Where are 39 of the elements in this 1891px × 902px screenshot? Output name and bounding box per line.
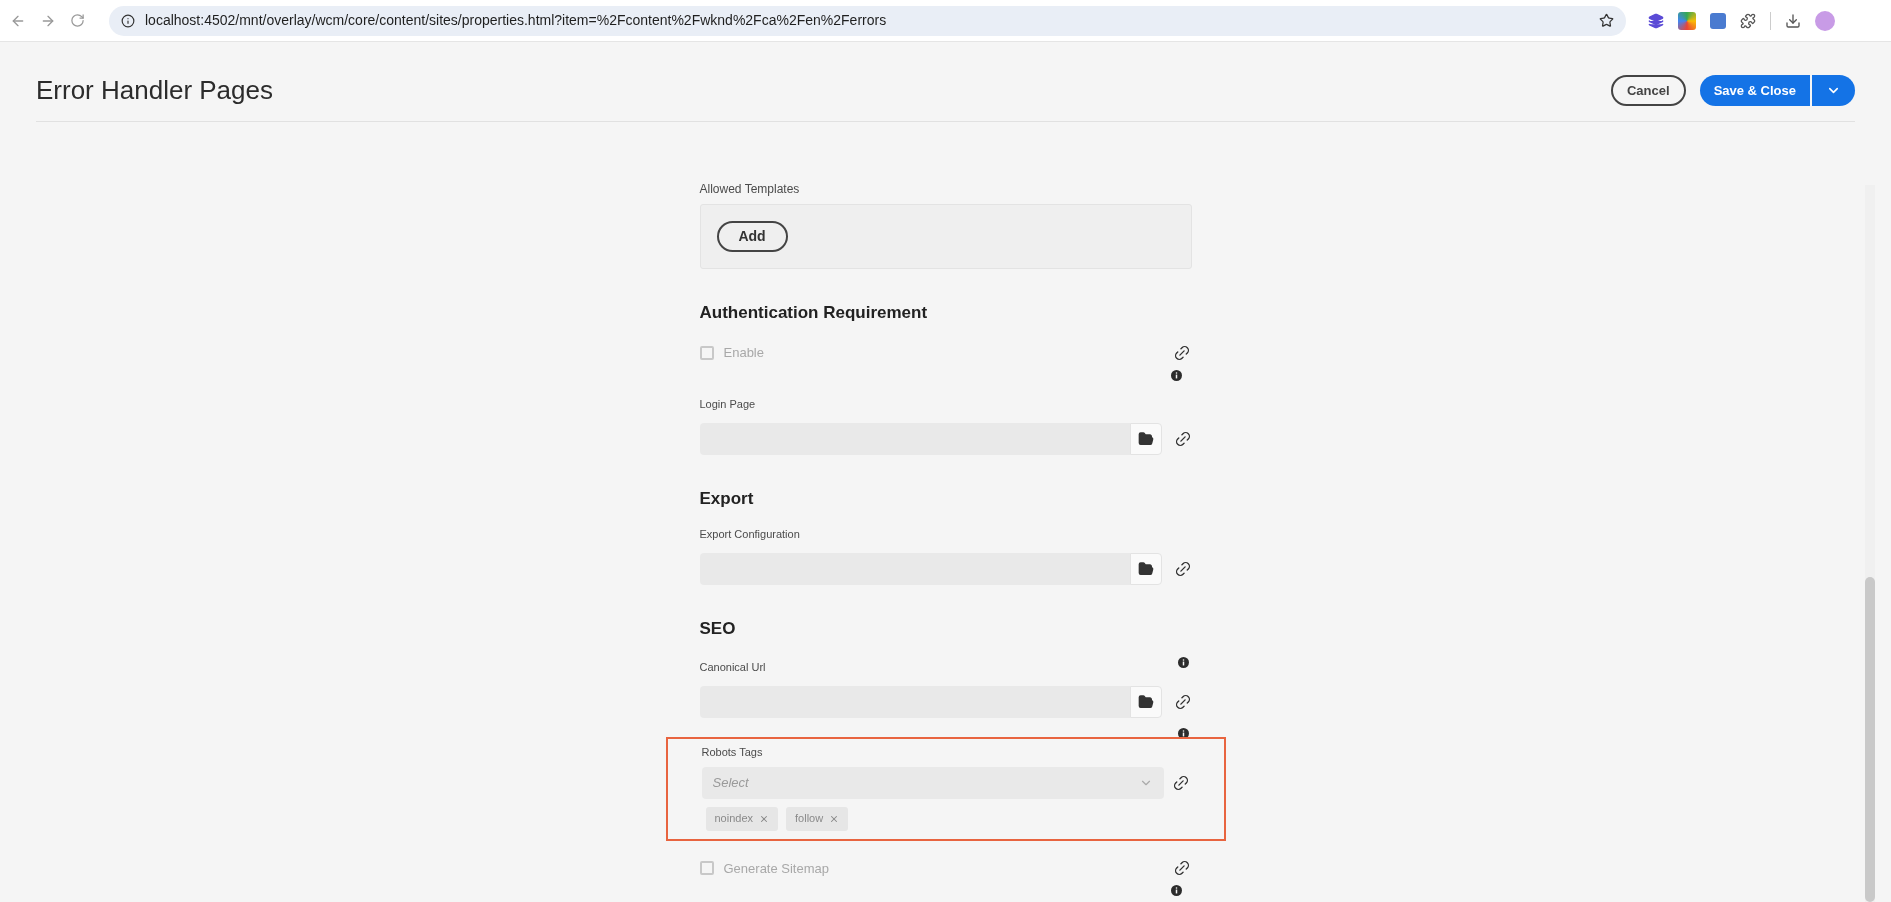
scrollbar[interactable] [1865, 185, 1875, 902]
field-label: Export Configuration [699, 526, 800, 541]
field-label: Login Page [699, 396, 756, 411]
browse-button[interactable] [1129, 685, 1162, 718]
add-button[interactable]: Add [716, 221, 788, 252]
tag-chip[interactable]: noindex [705, 806, 779, 831]
section-heading: Authentication Requirement [699, 303, 928, 322]
remove-icon [829, 813, 840, 824]
section-heading: Export [699, 488, 754, 508]
save-close-button[interactable]: Save & Close [1699, 75, 1810, 106]
checkbox-label: Enable [723, 344, 764, 362]
download-icon[interactable] [1785, 12, 1801, 29]
field-label: Robots Tags [701, 744, 764, 759]
layers-icon[interactable] [1648, 12, 1664, 29]
remove-icon [759, 813, 770, 824]
reload-icon[interactable] [70, 13, 85, 28]
folder-icon [1137, 560, 1154, 577]
folder-icon [1137, 430, 1154, 447]
extension-icon[interactable] [1678, 11, 1696, 30]
field-label: Canonical Url [699, 659, 766, 674]
tag-chip[interactable]: follow [786, 806, 849, 831]
folder-icon [1137, 693, 1154, 710]
info-icon[interactable] [1177, 656, 1189, 668]
info-icon [121, 13, 135, 28]
select-dropdown[interactable]: Select [701, 766, 1164, 799]
checkbox-label: Generate Sitemap [723, 859, 829, 878]
browse-button[interactable] [1129, 552, 1162, 585]
cancel-button[interactable]: Cancel [1611, 75, 1686, 106]
info-icon[interactable] [1177, 727, 1189, 739]
extension-icon[interactable] [1710, 12, 1726, 29]
more-actions-button[interactable] [1812, 75, 1855, 106]
address-bar[interactable]: localhost:4502/mnt/overlay/wcm/core/content/sites/properties.html?item=%2Fcontent%2Fwknd%2Fca%2Fen%2Ferrors [109, 5, 1626, 36]
bookmark-star-icon [1599, 13, 1614, 28]
puzzle-icon[interactable] [1740, 12, 1756, 29]
field-label: Allowed Templates [699, 182, 801, 196]
section-heading: SEO [699, 618, 736, 638]
browse-button[interactable] [1129, 422, 1162, 455]
page-title: Error Handler Pages [36, 74, 273, 107]
url-text: localhost:4502/mnt/overlay/wcm/core/content/sites/properties.html?item=%2Fcontent%2Fwknd%2Fca%2Fen%2Ferrors [145, 11, 887, 30]
